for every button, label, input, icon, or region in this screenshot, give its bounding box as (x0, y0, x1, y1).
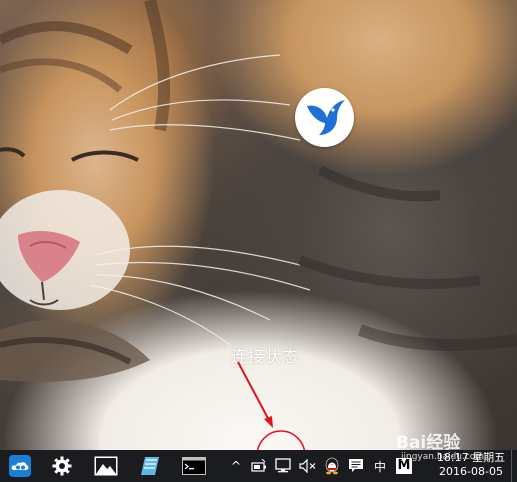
system-tray: ^ 中 M (224, 450, 416, 482)
volume-muted-icon[interactable] (296, 450, 320, 482)
annotation-label: 连接状态 (231, 347, 300, 366)
xunlei-bird-icon[interactable] (295, 88, 354, 147)
show-hidden-icons-label: ^ (230, 459, 242, 473)
battery-icon[interactable] (248, 450, 272, 482)
clock-date: 2016-08-05 (439, 465, 503, 478)
clock-time: 18:17 星期五 (436, 451, 506, 464)
show-desktop-button[interactable] (511, 450, 517, 482)
cmd-terminal-icon[interactable] (172, 450, 216, 482)
chevron-up-icon[interactable]: ^ (224, 450, 248, 482)
qq-penguin-icon[interactable] (320, 450, 344, 482)
action-center-icon[interactable] (344, 450, 368, 482)
taskbar: ^ 中 M 18:17 星期五 2016-08-05 (0, 450, 517, 482)
notes-app-icon[interactable] (128, 450, 172, 482)
cloud-app-icon[interactable] (0, 450, 40, 482)
m-app-icon[interactable]: M (392, 450, 416, 482)
taskbar-clock[interactable]: 18:17 星期五 2016-08-05 (433, 451, 509, 481)
ime-label: 中 (373, 459, 386, 474)
ime-icon[interactable]: 中 (368, 450, 392, 482)
cat-photo (0, 0, 517, 382)
photos-app-icon[interactable] (84, 450, 128, 482)
desktop-wallpaper (0, 0, 517, 450)
network-icon[interactable] (272, 450, 296, 482)
m-app-label: M (395, 458, 413, 474)
settings-gear-icon[interactable] (40, 450, 84, 482)
